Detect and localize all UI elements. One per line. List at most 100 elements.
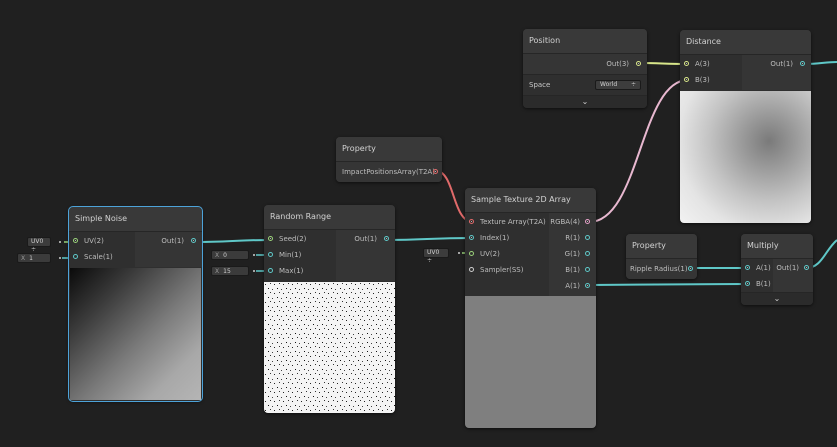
port-dot[interactable] [684,61,689,66]
port-dot[interactable] [684,77,689,82]
uv-default-label: UV0 ÷ [427,249,440,264]
distance-preview [680,91,811,223]
node-title: Simple Noise [69,207,202,232]
node-title: Distance [680,30,811,55]
port-label: RGBA(4) [550,218,580,226]
output-port-rgba[interactable]: RGBA(4) [550,214,590,230]
space-value: World [600,81,618,88]
output-port-b[interactable]: B(1) [550,262,590,278]
uv-default-label: UV0 ÷ [31,238,44,253]
port-dot[interactable] [636,61,641,66]
port-dot[interactable] [804,265,809,270]
port-label: Out(3) [606,60,629,68]
port-dot[interactable] [384,236,389,241]
port-dot[interactable] [585,267,590,272]
port-dot[interactable] [800,61,805,66]
output-port-ripple-radius[interactable]: Ripple Radius(1) [630,261,693,277]
min-value: 0 [223,252,227,259]
port-dot[interactable] [745,281,750,286]
port-dot[interactable] [268,268,273,273]
noise-preview [70,268,201,400]
port-dot[interactable] [433,169,438,174]
max-default-field[interactable]: X 15 [211,266,249,276]
output-port-out[interactable]: Out(1) [745,56,805,72]
port-label: Out(1) [354,235,377,243]
node-title: Property [626,234,697,259]
port-dot[interactable] [469,219,474,224]
multiply-node[interactable]: Multiply A(1) B(1) Out(1) ⌄ [741,234,813,305]
port-label: ImpactPositionsArray(T2A) [342,168,435,176]
output-port-impact-array[interactable]: ImpactPositionsArray(T2A) [342,164,438,180]
uv-default-field[interactable]: UV0 ÷ [27,237,51,253]
default-connector-dot [253,270,255,272]
simple-noise-node[interactable]: Simple Noise UV(2) Scale(1) Out(1) [68,206,203,402]
random-range-node[interactable]: Random Range Seed(2) Min(1) Max(1) Out(1… [264,205,395,413]
port-dot[interactable] [469,251,474,256]
port-label: Out(1) [770,60,793,68]
collapse-toggle[interactable]: ⌄ [741,292,813,305]
shader-graph-canvas[interactable]: UV0 ÷ X1 X0 X 15 UV0 ÷ Simple Noise UV(2)… [0,0,837,447]
output-port-out[interactable]: Out(1) [136,233,196,249]
space-dropdown[interactable]: World ÷ [595,80,641,90]
random-noise-preview [264,282,395,413]
port-label: Out(1) [161,237,184,245]
port-label: UV(2) [480,250,500,258]
port-label: A(1) [565,282,580,290]
node-title: Random Range [264,205,395,230]
port-dot[interactable] [73,254,78,259]
port-dot[interactable] [268,252,273,257]
output-port-out[interactable]: Out(3) [581,56,641,72]
port-label: B(3) [695,76,710,84]
axis-label: X [215,252,220,259]
node-title: Property [336,137,442,162]
wire-random-to-index [386,237,474,241]
property-impact-node[interactable]: Property ImpactPositionsArray(T2A) [336,137,442,182]
axis-label: X [21,255,26,262]
sample-texture-2d-array-node[interactable]: Sample Texture 2D Array Texture Array(T2… [465,188,596,428]
scale-value: 1 [29,255,33,262]
port-label: Ripple Radius(1) [630,265,688,273]
sample-texture-preview [465,296,596,428]
port-label: B(1) [565,266,580,274]
dropdown-arrows-icon: ÷ [630,81,636,88]
chevron-down-icon: ⌄ [773,294,781,303]
port-label: Max(1) [279,267,304,275]
min-default-field[interactable]: X0 [211,250,249,260]
scale-default-field[interactable]: X1 [17,253,51,263]
port-dot[interactable] [191,238,196,243]
port-dot[interactable] [585,283,590,288]
port-dot[interactable] [585,251,590,256]
wire-alpha-to-multiplyB [588,283,749,286]
space-label: Space [529,81,551,89]
default-connector-dot [59,241,61,243]
port-label: Out(1) [776,264,799,272]
distance-node[interactable]: Distance A(3) B(3) Out(1) [680,30,811,223]
sample-uv-default-field[interactable]: UV0 ÷ [423,248,449,264]
port-dot[interactable] [745,265,750,270]
port-label: A(1) [756,264,771,272]
default-connector-dot [458,252,460,254]
output-port-r[interactable]: R(1) [550,230,590,246]
port-dot[interactable] [268,236,273,241]
position-node[interactable]: Position Out(3) Space World ÷ ⌄ [523,29,647,108]
node-title: Multiply [741,234,813,259]
port-label: Seed(2) [279,235,307,243]
port-dot[interactable] [585,235,590,240]
port-label: G(1) [564,250,580,258]
port-dot[interactable] [469,267,474,272]
property-ripple-node[interactable]: Property Ripple Radius(1) [626,234,697,279]
port-dot[interactable] [688,266,693,271]
port-label: Sampler(SS) [480,266,524,274]
output-port-a[interactable]: A(1) [550,278,590,294]
port-dot[interactable] [469,235,474,240]
port-dot[interactable] [585,219,590,224]
chevron-down-icon: ⌄ [581,97,589,106]
port-dot[interactable] [73,238,78,243]
output-port-out[interactable]: Out(1) [339,231,389,247]
max-value: 15 [223,268,231,275]
axis-label: X [215,268,220,275]
output-port-out[interactable]: Out(1) [773,260,809,276]
output-port-g[interactable]: G(1) [550,246,590,262]
port-label: B(1) [756,280,771,288]
collapse-toggle[interactable]: ⌄ [523,95,647,108]
